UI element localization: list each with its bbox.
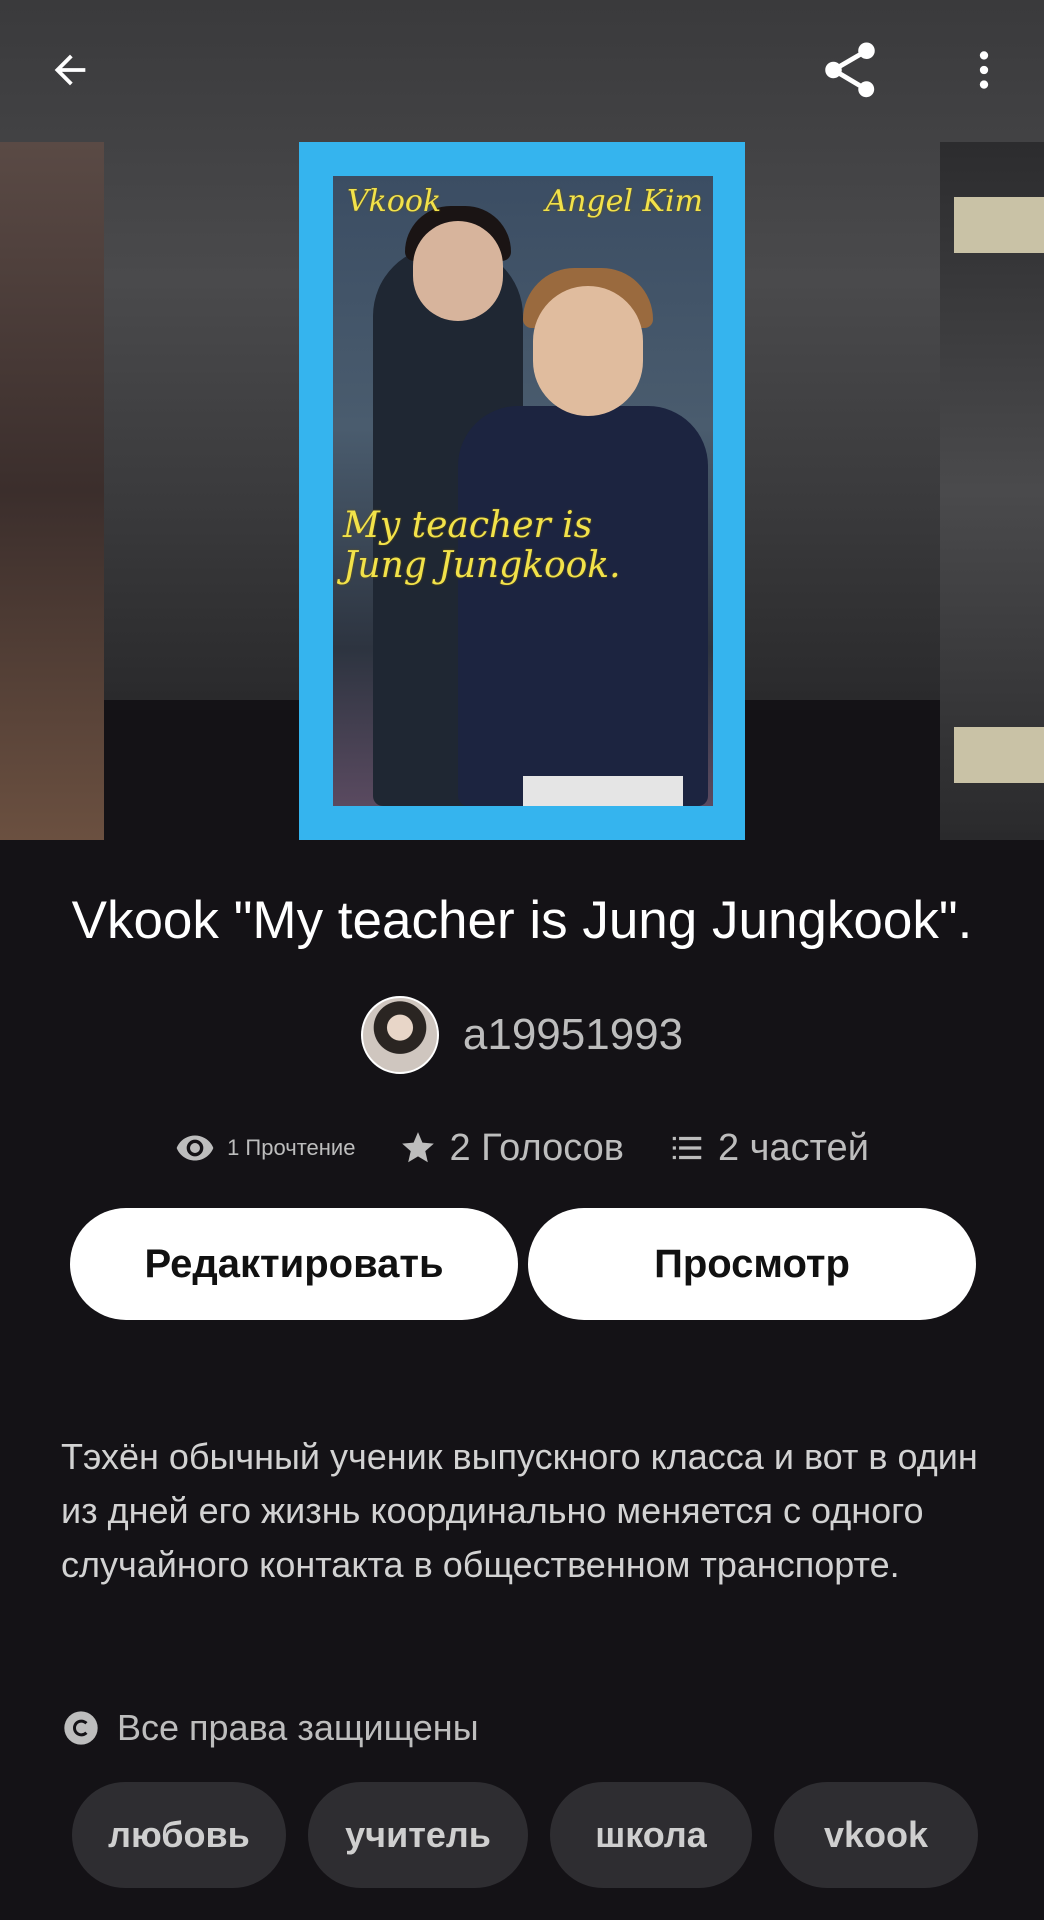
author-row[interactable]: a19951993 bbox=[0, 996, 1044, 1074]
cover-band bbox=[954, 727, 1044, 783]
tags-row: любовь учитель школа vkook bbox=[72, 1782, 992, 1888]
story-cover[interactable]: Vkook Angel Kim My teacher is Jung Jungk… bbox=[299, 142, 745, 840]
eye-icon bbox=[176, 1135, 214, 1161]
back-button[interactable] bbox=[30, 30, 110, 110]
list-icon bbox=[672, 1136, 702, 1160]
reads-count: 1 Прочтение bbox=[227, 1135, 356, 1160]
author-name[interactable]: a19951993 bbox=[463, 1010, 683, 1060]
view-button[interactable]: Просмотр bbox=[528, 1208, 976, 1320]
edit-button[interactable]: Редактировать bbox=[70, 1208, 518, 1320]
star-icon bbox=[402, 1132, 435, 1163]
author-avatar[interactable] bbox=[360, 996, 439, 1074]
cover-text-author: Angel Kim bbox=[545, 184, 703, 219]
cover-figure bbox=[413, 221, 503, 321]
votes-stat: 2 Голосов bbox=[399, 1127, 624, 1170]
cover-artwork: Vkook Angel Kim My teacher is Jung Jungk… bbox=[333, 176, 713, 806]
cover-text-title: My teacher is Jung Jungkook. bbox=[343, 505, 621, 586]
reads-stat: 1 Прочтение bbox=[175, 1128, 355, 1168]
more-button[interactable] bbox=[944, 30, 1024, 110]
cover-figure bbox=[533, 286, 643, 416]
more-vertical-icon bbox=[979, 51, 989, 89]
story-title: Vkook "My teacher is Jung Jungkook". bbox=[71, 891, 973, 950]
tag-chip[interactable]: учитель bbox=[308, 1782, 528, 1888]
cover-text-vkook: Vkook bbox=[347, 184, 442, 219]
tag-chip[interactable]: любовь bbox=[72, 1782, 286, 1888]
previous-story-cover[interactable] bbox=[0, 142, 104, 840]
next-story-cover[interactable] bbox=[940, 142, 1044, 840]
cover-figure bbox=[523, 776, 683, 806]
tag-chip[interactable]: vkook bbox=[774, 1782, 978, 1888]
top-bar bbox=[0, 0, 1044, 140]
parts-stat: 2 частей bbox=[668, 1127, 869, 1170]
share-button[interactable] bbox=[810, 30, 890, 110]
copyright-icon bbox=[64, 1711, 98, 1745]
copyright-text: Все права защищены bbox=[117, 1707, 479, 1748]
tag-chip[interactable]: школа bbox=[550, 1782, 752, 1888]
parts-count: 2 частей bbox=[717, 1126, 869, 1169]
copyright-row: Все права защищены bbox=[61, 1700, 479, 1756]
arrow-left-icon bbox=[54, 54, 86, 86]
cover-band bbox=[954, 197, 1044, 253]
share-icon bbox=[825, 42, 875, 98]
cover-figure bbox=[458, 406, 708, 806]
votes-count: 2 Голосов bbox=[449, 1126, 624, 1169]
story-description: Тэхён обычный ученик выпускного класса и… bbox=[61, 1436, 978, 1585]
story-stats: 1 Прочтение 2 Голосов 2 частей bbox=[0, 1118, 1044, 1178]
